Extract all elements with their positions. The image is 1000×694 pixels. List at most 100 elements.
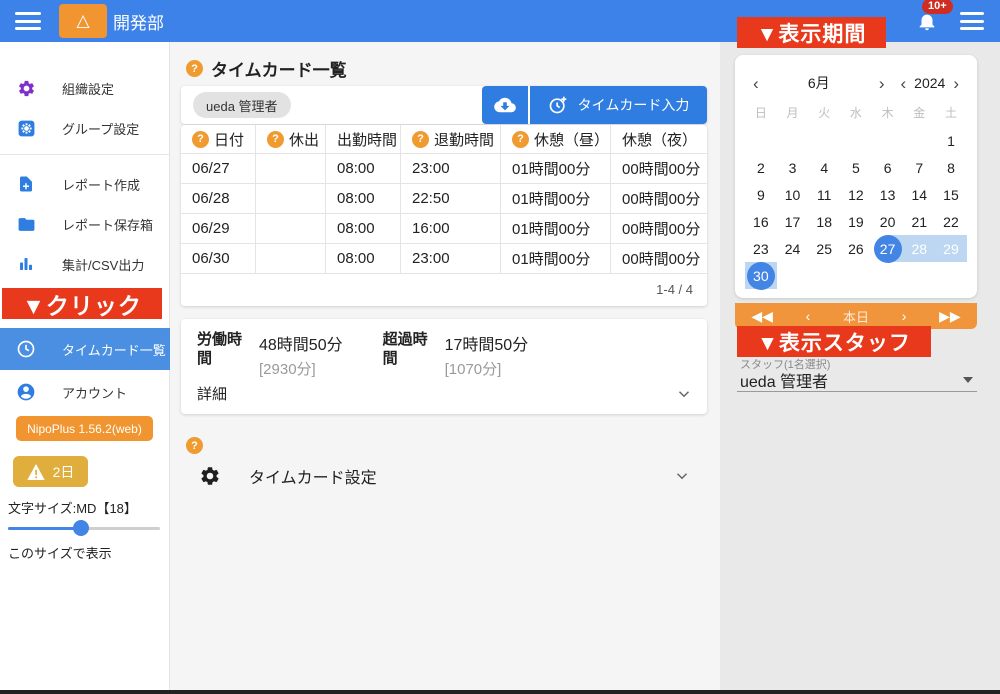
- calendar-day[interactable]: 8: [935, 154, 967, 181]
- sidebar-item-timecard-list[interactable]: タイムカード一覧: [0, 328, 170, 370]
- calendar-day[interactable]: 24: [777, 235, 809, 262]
- table-row[interactable]: 06/2808:0022:5001時間00分00時間00分: [181, 184, 707, 214]
- calendar-day[interactable]: 16: [745, 208, 777, 235]
- fast-forward-icon[interactable]: ▶▶: [939, 308, 961, 325]
- detail-label: 詳細: [197, 383, 227, 404]
- calendar-day[interactable]: 7: [903, 154, 935, 181]
- calendar-day[interactable]: 10: [777, 181, 809, 208]
- table-cell: 06/28: [181, 184, 256, 213]
- help-icon[interactable]: ?: [186, 60, 203, 77]
- calendar-day[interactable]: 23: [745, 235, 777, 262]
- calendar-day[interactable]: 26: [840, 235, 872, 262]
- table-row[interactable]: 06/2908:0016:0001時間00分00時間00分: [181, 214, 707, 244]
- calendar-day[interactable]: 13: [872, 181, 904, 208]
- font-size-slider[interactable]: [8, 520, 160, 536]
- calendar-day[interactable]: 20: [872, 208, 904, 235]
- timecard-settings-expander[interactable]: タイムカード設定: [181, 455, 707, 497]
- sidebar-item-report-create[interactable]: レポート作成: [0, 164, 170, 204]
- today-button[interactable]: 本日: [843, 307, 869, 326]
- calendar-day[interactable]: 25: [808, 235, 840, 262]
- sidebar-item-label: タイムカード一覧: [62, 340, 166, 359]
- calendar-empty-cell: [808, 127, 840, 154]
- table-cell: [256, 184, 326, 213]
- table-cell: 08:00: [326, 244, 401, 273]
- fast-backward-icon[interactable]: ◀◀: [751, 308, 773, 325]
- calendar-empty-cell: [872, 262, 904, 289]
- calendar-day[interactable]: 15: [935, 181, 967, 208]
- calendar-month: 6月: [763, 73, 875, 93]
- slider-thumb[interactable]: [73, 520, 89, 536]
- calendar-day[interactable]: 1: [935, 127, 967, 154]
- calendar-day[interactable]: 21: [903, 208, 935, 235]
- calendar-day[interactable]: 17: [777, 208, 809, 235]
- calendar-empty-cell: [840, 127, 872, 154]
- weekday-label: 火: [808, 104, 840, 121]
- download-button[interactable]: [482, 86, 528, 124]
- table-cell: [256, 154, 326, 183]
- step-backward-icon[interactable]: ‹: [806, 308, 811, 324]
- prev-year-icon[interactable]: ‹: [897, 75, 911, 92]
- notification-bell-icon[interactable]: 10+: [916, 9, 938, 33]
- caret-down-icon: [963, 377, 973, 383]
- table-header-row: ?日付?休出出勤時間?退勤時間?休憩（昼）休憩（夜）: [181, 125, 707, 154]
- calendar-grid: 1234567891011121314151617181920212223242…: [735, 127, 977, 289]
- prev-month-icon[interactable]: ‹: [749, 75, 763, 92]
- calendar-day[interactable]: 29: [935, 235, 967, 262]
- detail-expander[interactable]: 詳細: [197, 383, 693, 404]
- step-forward-icon[interactable]: ›: [902, 308, 907, 324]
- help-icon[interactable]: ?: [412, 131, 429, 148]
- sidebar-item-csv-export[interactable]: 集計/CSV出力: [0, 244, 170, 284]
- weekday-label: 木: [872, 104, 904, 121]
- weekday-label: 月: [777, 104, 809, 121]
- menu-icon[interactable]: [15, 12, 41, 30]
- calendar-day[interactable]: 12: [840, 181, 872, 208]
- help-icon[interactable]: ?: [267, 131, 284, 148]
- calendar-day[interactable]: 22: [935, 208, 967, 235]
- labor-time-label: 労働時間: [197, 331, 249, 379]
- table-row[interactable]: 06/2708:0023:0001時間00分00時間00分: [181, 154, 707, 184]
- next-month-icon[interactable]: ›: [875, 75, 889, 92]
- column-header: ?休憩（昼）: [501, 125, 611, 153]
- sidebar-item-org-settings[interactable]: 組織設定: [0, 68, 170, 108]
- department-title: 開発部: [113, 9, 164, 34]
- help-icon[interactable]: ?: [512, 131, 529, 148]
- bar-chart-icon: [16, 254, 36, 274]
- calendar-day[interactable]: 11: [808, 181, 840, 208]
- calendar-day[interactable]: 9: [745, 181, 777, 208]
- staff-select-dropdown[interactable]: ueda 管理者: [737, 368, 977, 392]
- calendar-day[interactable]: 27: [872, 235, 904, 262]
- toolbar-card: ueda 管理者 タイムカード入力: [181, 86, 707, 124]
- person-icon: [16, 382, 36, 402]
- calendar-empty-cell: [903, 262, 935, 289]
- next-year-icon[interactable]: ›: [949, 75, 963, 92]
- sidebar-item-group-settings[interactable]: グループ設定: [0, 108, 170, 148]
- calendar-day[interactable]: 28: [903, 235, 935, 262]
- table-cell: 00時間00分: [611, 154, 707, 183]
- sidebar-item-report-box[interactable]: レポート保存箱: [0, 204, 170, 244]
- overflow-menu-icon[interactable]: [960, 12, 984, 30]
- table-row[interactable]: 06/3008:0023:0001時間00分00時間00分: [181, 244, 707, 274]
- annotation-display-staff: ▼表示スタッフ: [737, 326, 931, 357]
- calendar-day[interactable]: 14: [903, 181, 935, 208]
- timecard-input-button[interactable]: タイムカード入力: [530, 86, 707, 124]
- main-content: ? タイムカード一覧 ueda 管理者 タイムカード入力 ?日付?休出出勤時間?…: [170, 42, 720, 690]
- table-cell: 01時間00分: [501, 214, 611, 243]
- version-badge[interactable]: NipoPlus 1.56.2(web): [16, 416, 153, 441]
- calendar-day[interactable]: 6: [872, 154, 904, 181]
- calendar-day[interactable]: 3: [777, 154, 809, 181]
- calendar-day[interactable]: 18: [808, 208, 840, 235]
- help-icon[interactable]: ?: [186, 437, 203, 454]
- table-cell: 08:00: [326, 154, 401, 183]
- calendar-day[interactable]: 19: [840, 208, 872, 235]
- warning-badge[interactable]: 2日: [13, 456, 88, 487]
- sidebar-item-account[interactable]: アカウント: [0, 372, 170, 412]
- calendar-day[interactable]: 2: [745, 154, 777, 181]
- column-header: ?休出: [256, 125, 326, 153]
- calendar-day[interactable]: 4: [808, 154, 840, 181]
- calendar-day[interactable]: 30: [745, 262, 777, 289]
- weekday-label: 日: [745, 104, 777, 121]
- help-icon[interactable]: ?: [192, 131, 209, 148]
- labor-time-minutes: [2930分]: [259, 358, 343, 379]
- sidebar: 組織設定 グループ設定 レポート作成 レポート保存箱 集計/CSV出力 タイムカ…: [0, 42, 170, 694]
- calendar-day[interactable]: 5: [840, 154, 872, 181]
